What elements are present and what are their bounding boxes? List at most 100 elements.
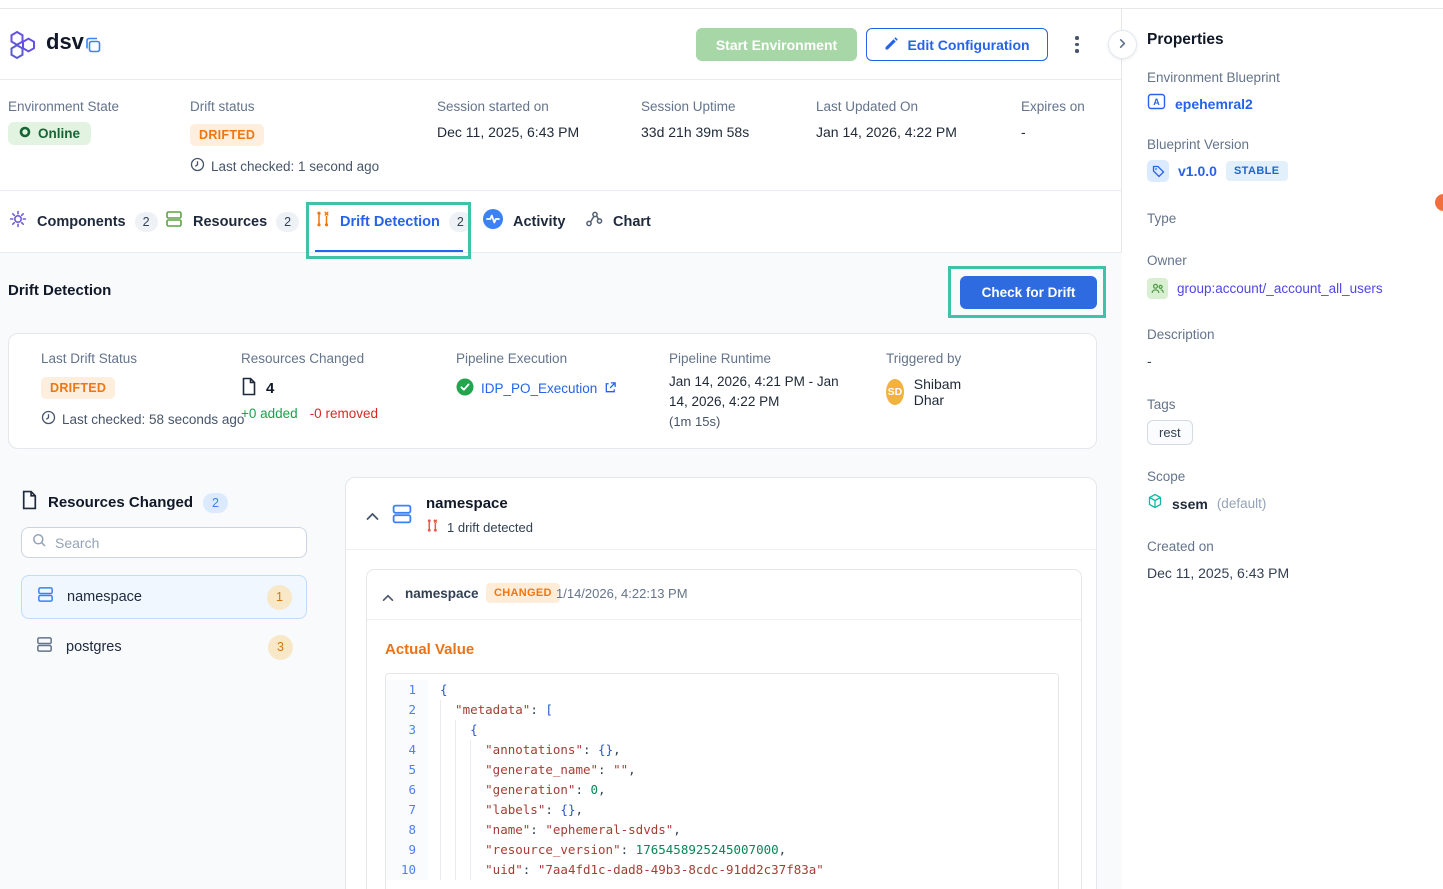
section-title: Drift Detection <box>8 282 111 299</box>
clock-icon <box>190 157 205 175</box>
session-uptime-label: Session Uptime <box>641 99 736 114</box>
scatter-chart-icon <box>584 209 604 234</box>
collapse-panel-button[interactable] <box>1108 30 1137 59</box>
actual-value-label: Actual Value <box>385 641 474 658</box>
drift-summary-card: Last Drift Status DRIFTED Last checked: … <box>8 333 1097 449</box>
pipeline-runtime-range: Jan 14, 2026, 4:21 PM - Jan 14, 2026, 4:… <box>669 374 839 409</box>
tab-components-label: Components <box>37 214 126 230</box>
changed-badge: CHANGED <box>486 583 560 603</box>
chevron-up-icon[interactable] <box>382 589 394 607</box>
file-icon <box>241 377 257 400</box>
tab-chart[interactable]: Chart <box>584 191 651 252</box>
resources-changed-label: Resources Changed <box>241 351 364 366</box>
session-uptime-value: 33d 21h 39m 58s <box>641 124 749 140</box>
expires-value: - <box>1021 124 1026 140</box>
environment-state-label: Environment State <box>8 99 119 114</box>
svg-text:A: A <box>1153 97 1160 107</box>
expires-label: Expires on <box>1021 99 1085 114</box>
drift-last-checked: Last checked: 1 second ago <box>190 157 379 175</box>
online-status-label: Online <box>38 126 80 141</box>
search-input[interactable] <box>55 535 296 551</box>
list-item-namespace[interactable]: namespace 1 <box>21 575 307 619</box>
resource-detail-card: namespace 1 drift detected <box>345 477 1097 889</box>
created-on-value: Dec 11, 2025, 6:43 PM <box>1147 565 1289 581</box>
tag-chip: rest <box>1147 420 1193 445</box>
list-item-name: postgres <box>66 639 256 655</box>
server-stack-icon <box>35 635 54 659</box>
code-editor[interactable]: 1{2 "metadata": [3 {4 "annotations": {},… <box>385 673 1059 889</box>
copy-name-icon[interactable] <box>84 36 102 59</box>
triggered-by-label: Triggered by <box>886 351 961 366</box>
drift-entry-header: namespace CHANGED 1/14/2026, 4:22:13 PM <box>367 570 1081 620</box>
tab-components-count: 2 <box>135 212 158 232</box>
environment-status-row: Environment State Online Drift status DR… <box>0 80 1121 191</box>
edit-configuration-button[interactable]: Edit Configuration <box>866 28 1048 61</box>
cube-icon <box>1147 493 1163 514</box>
tab-resources-label: Resources <box>193 214 267 230</box>
scope-label: Scope <box>1147 469 1185 484</box>
tab-activity[interactable]: Activity <box>482 191 565 252</box>
external-link-icon[interactable] <box>604 381 617 397</box>
drift-entry-card: namespace CHANGED 1/14/2026, 4:22:13 PM … <box>366 569 1082 889</box>
edit-configuration-label: Edit Configuration <box>907 37 1029 53</box>
session-started-label: Session started on <box>437 99 549 114</box>
clock-icon <box>41 410 56 428</box>
list-item-count-badge: 3 <box>268 635 293 660</box>
online-ring-icon <box>19 126 31 141</box>
pipeline-execution-link[interactable]: IDP_PO_Execution <box>481 381 597 396</box>
properties-heading: Properties <box>1147 31 1224 49</box>
active-tab-underline <box>315 250 463 252</box>
resource-detail-name: namespace <box>426 495 508 512</box>
tab-bar: Components 2 Resources 2 Drift D <box>0 191 1121 253</box>
scope-value: ssem <box>1172 496 1208 512</box>
avatar: SD <box>886 379 904 405</box>
drift-entry-name: namespace <box>405 586 479 601</box>
tab-components[interactable]: Components 2 <box>8 191 158 252</box>
blueprint-value-row: A epehemral2 <box>1147 93 1253 115</box>
type-label: Type <box>1147 211 1176 226</box>
tab-resources[interactable]: Resources 2 <box>164 191 299 252</box>
blueprint-icon: A <box>1147 93 1166 115</box>
resources-changed-count: 4 <box>241 377 274 400</box>
drift-entry-timestamp: 1/14/2026, 4:22:13 PM <box>556 586 688 601</box>
tags-label: Tags <box>1147 397 1176 412</box>
resources-changed-panel-title: Resources Changed <box>48 494 193 511</box>
page-header: dsv Start Environment Edit Configuration <box>0 9 1121 80</box>
removed-count: -0 removed <box>310 406 378 421</box>
list-item-postgres[interactable]: postgres 3 <box>21 625 307 669</box>
last-updated-label: Last Updated On <box>816 99 918 114</box>
list-item-count-badge: 1 <box>267 585 292 610</box>
blueprint-link[interactable]: epehemral2 <box>1175 96 1253 112</box>
tab-resources-count: 2 <box>276 212 299 232</box>
file-icon <box>21 490 38 515</box>
drift-card-last-checked: Last checked: 58 seconds ago <box>41 410 244 428</box>
owner-link[interactable]: group:account/_account_all_users <box>1177 281 1383 296</box>
triggered-by-name: Shibam Dhar <box>914 376 970 408</box>
session-started-value: Dec 11, 2025, 6:43 PM <box>437 124 579 140</box>
tab-chart-label: Chart <box>613 214 651 230</box>
start-environment-button[interactable]: Start Environment <box>696 28 857 61</box>
chevron-right-icon <box>1117 36 1128 54</box>
added-removed-summary: +0 added -0 removed <box>241 406 378 421</box>
resource-search-box <box>21 527 307 558</box>
tab-drift-detection[interactable]: Drift Detection 2 <box>315 191 472 252</box>
drift-detection-content: Drift Detection Check for Drift Last Dri… <box>0 253 1122 889</box>
last-drift-status-label: Last Drift Status <box>41 351 137 366</box>
server-stack-icon <box>164 209 184 234</box>
tab-drift-detection-label: Drift Detection <box>340 214 440 230</box>
pipeline-runtime-label: Pipeline Runtime <box>669 351 771 366</box>
server-stack-icon <box>390 502 414 531</box>
resources-changed-panel-header: Resources Changed 2 <box>21 490 228 515</box>
environment-logo-icon <box>8 29 40 66</box>
drift-detected-text: 1 drift detected <box>447 520 533 535</box>
tab-drift-detection-count: 2 <box>449 212 472 232</box>
drift-icon <box>315 210 331 233</box>
chevron-up-icon[interactable] <box>366 508 379 526</box>
activity-pulse-icon <box>482 208 504 235</box>
created-on-label: Created on <box>1147 539 1214 554</box>
check-for-drift-button[interactable]: Check for Drift <box>960 276 1097 309</box>
properties-panel: Properties Environment Blueprint A epehe… <box>1123 9 1443 889</box>
environment-detail-page: dsv Start Environment Edit Configuration… <box>0 0 1443 889</box>
more-options-button[interactable] <box>1064 28 1090 61</box>
resources-changed-number: 4 <box>266 380 274 397</box>
